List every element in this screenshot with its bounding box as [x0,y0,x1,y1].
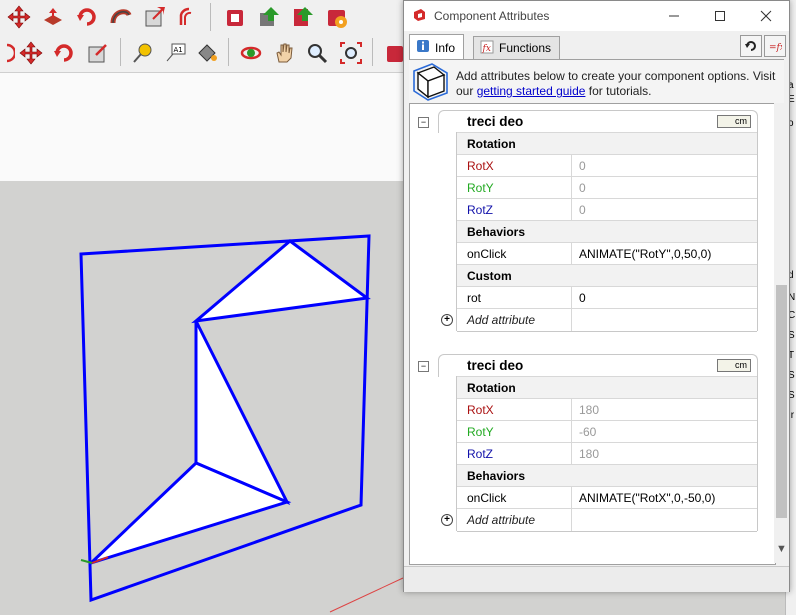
attribute-value[interactable]: ANIMATE("RotY",0,50,0) [579,247,711,261]
attribute-value[interactable]: 180 [579,403,599,417]
component-name: treci deo [467,358,524,373]
red-axis-line [329,577,404,613]
tab-functions-label: Functions [499,41,552,55]
add-attribute-label: Add attribute [467,313,536,327]
collapse-toggle[interactable]: − [418,117,429,128]
info-text: Add attributes below to create your comp… [456,69,786,99]
attribute-value[interactable]: 0 [579,159,586,173]
group-header-behaviors: Behaviors [457,464,757,487]
getting-started-link[interactable]: getting started guide [477,84,586,98]
attribute-table: Rotation RotX 0 RotY 0 RotZ 0 Behaviors onC… [441,132,758,332]
attribute-row[interactable]: RotZ 0 [457,198,757,221]
attribute-value[interactable]: -60 [579,425,596,439]
attribute-row[interactable]: RotX 0 [457,154,757,177]
add-attribute-label: Add attribute [467,513,536,527]
refresh-button[interactable] [740,35,762,57]
group-label: Behaviors [467,469,526,483]
formula-icon: =fx [769,43,782,53]
scrollbar-thumb[interactable] [776,285,787,518]
attribute-name: onClick [467,491,507,505]
add-attribute-row[interactable]: + Add attribute [441,508,757,532]
units-toggle-button[interactable]: cm [717,115,751,128]
attribute-name: RotZ [467,203,494,217]
attribute-name: RotX [467,159,494,173]
info-text-part: for tutorials. [585,84,652,98]
attribute-name: RotX [467,403,494,417]
add-icon[interactable]: + [441,514,453,526]
attribute-value[interactable]: 0 [579,203,586,217]
component-cube-icon [412,63,448,104]
attribute-name: RotY [467,425,494,439]
group-header-rotation: Rotation [457,376,757,399]
attribute-table: Rotation RotX 180 RotY -60 RotZ 180 Behavio… [441,376,758,532]
units-toggle-button[interactable]: cm [717,359,751,372]
attribute-name: rot [467,291,482,305]
group-label: Rotation [467,137,516,151]
function-icon: fx [480,40,494,57]
attribute-name: RotZ [467,447,494,461]
close-icon [760,10,772,22]
attribute-row[interactable]: onClick ANIMATE("RotX",0,-50,0) [457,486,757,509]
maximize-button[interactable] [697,1,743,31]
group-header-rotation: Rotation [457,132,757,155]
dialog-title: Component Attributes [434,9,550,23]
attribute-name: RotY [467,181,494,195]
attribute-row[interactable]: RotZ 180 [457,442,757,465]
attribute-row[interactable]: RotX 180 [457,398,757,421]
add-attribute-row[interactable]: + Add attribute [441,308,757,332]
attribute-row[interactable]: rot 0 [457,286,757,309]
refresh-icon [745,41,756,51]
tab-functions[interactable]: fx Functions [473,36,561,59]
add-icon[interactable]: + [441,314,453,326]
scroll-down-icon[interactable]: ▼ [776,543,787,555]
svg-text:=fx: =fx [769,43,782,53]
attribute-name: onClick [467,247,507,261]
sketchup-logo-icon [412,8,426,25]
group-label: Custom [467,269,512,283]
vertical-scrollbar[interactable]: ▼ [774,103,789,563]
component-name: treci deo [467,114,524,129]
maximize-icon [715,11,725,21]
minimize-button[interactable] [651,1,697,31]
collapse-toggle[interactable]: − [418,361,429,372]
attribute-row[interactable]: onClick ANIMATE("RotY",0,50,0) [457,242,757,265]
close-button[interactable] [743,1,789,31]
attributes-panel[interactable]: − treci deo cm Rotation RotX 0 RotY 0 RotZ… [409,103,776,565]
attribute-value[interactable]: 180 [579,447,599,461]
group-label: Behaviors [467,225,526,239]
attribute-value[interactable]: ANIMATE("RotX",0,-50,0) [579,491,715,505]
attribute-value[interactable]: 0 [579,291,586,305]
info-banner: Add attributes below to create your comp… [409,59,784,104]
svg-text:fx: fx [482,44,491,54]
component-block: − treci deo cm Rotation RotX 0 RotY 0 RotZ… [418,110,758,335]
component-block: − treci deo cm Rotation RotX 180 RotY -60 … [418,354,758,539]
component-attributes-dialog: Component Attributes Info fx Functions =… [403,0,790,592]
info-icon [416,39,430,56]
group-header-custom: Custom [457,264,757,287]
dialog-status-bar [404,566,789,592]
component-header: − treci deo cm [418,110,758,133]
attribute-row[interactable]: RotY -60 [457,420,757,443]
dialog-titlebar[interactable]: Component Attributes [404,1,789,31]
group-label: Rotation [467,381,516,395]
tab-info[interactable]: Info [409,34,465,60]
toggle-formula-button[interactable]: =fx [764,35,786,57]
tab-info-label: Info [435,40,456,55]
attribute-value[interactable]: 0 [579,181,586,195]
minimize-icon [669,15,679,17]
group-header-behaviors: Behaviors [457,220,757,243]
attribute-row[interactable]: RotY 0 [457,176,757,199]
dialog-tabs: Info fx Functions =fx [404,31,789,60]
component-header: − treci deo cm [418,354,758,377]
